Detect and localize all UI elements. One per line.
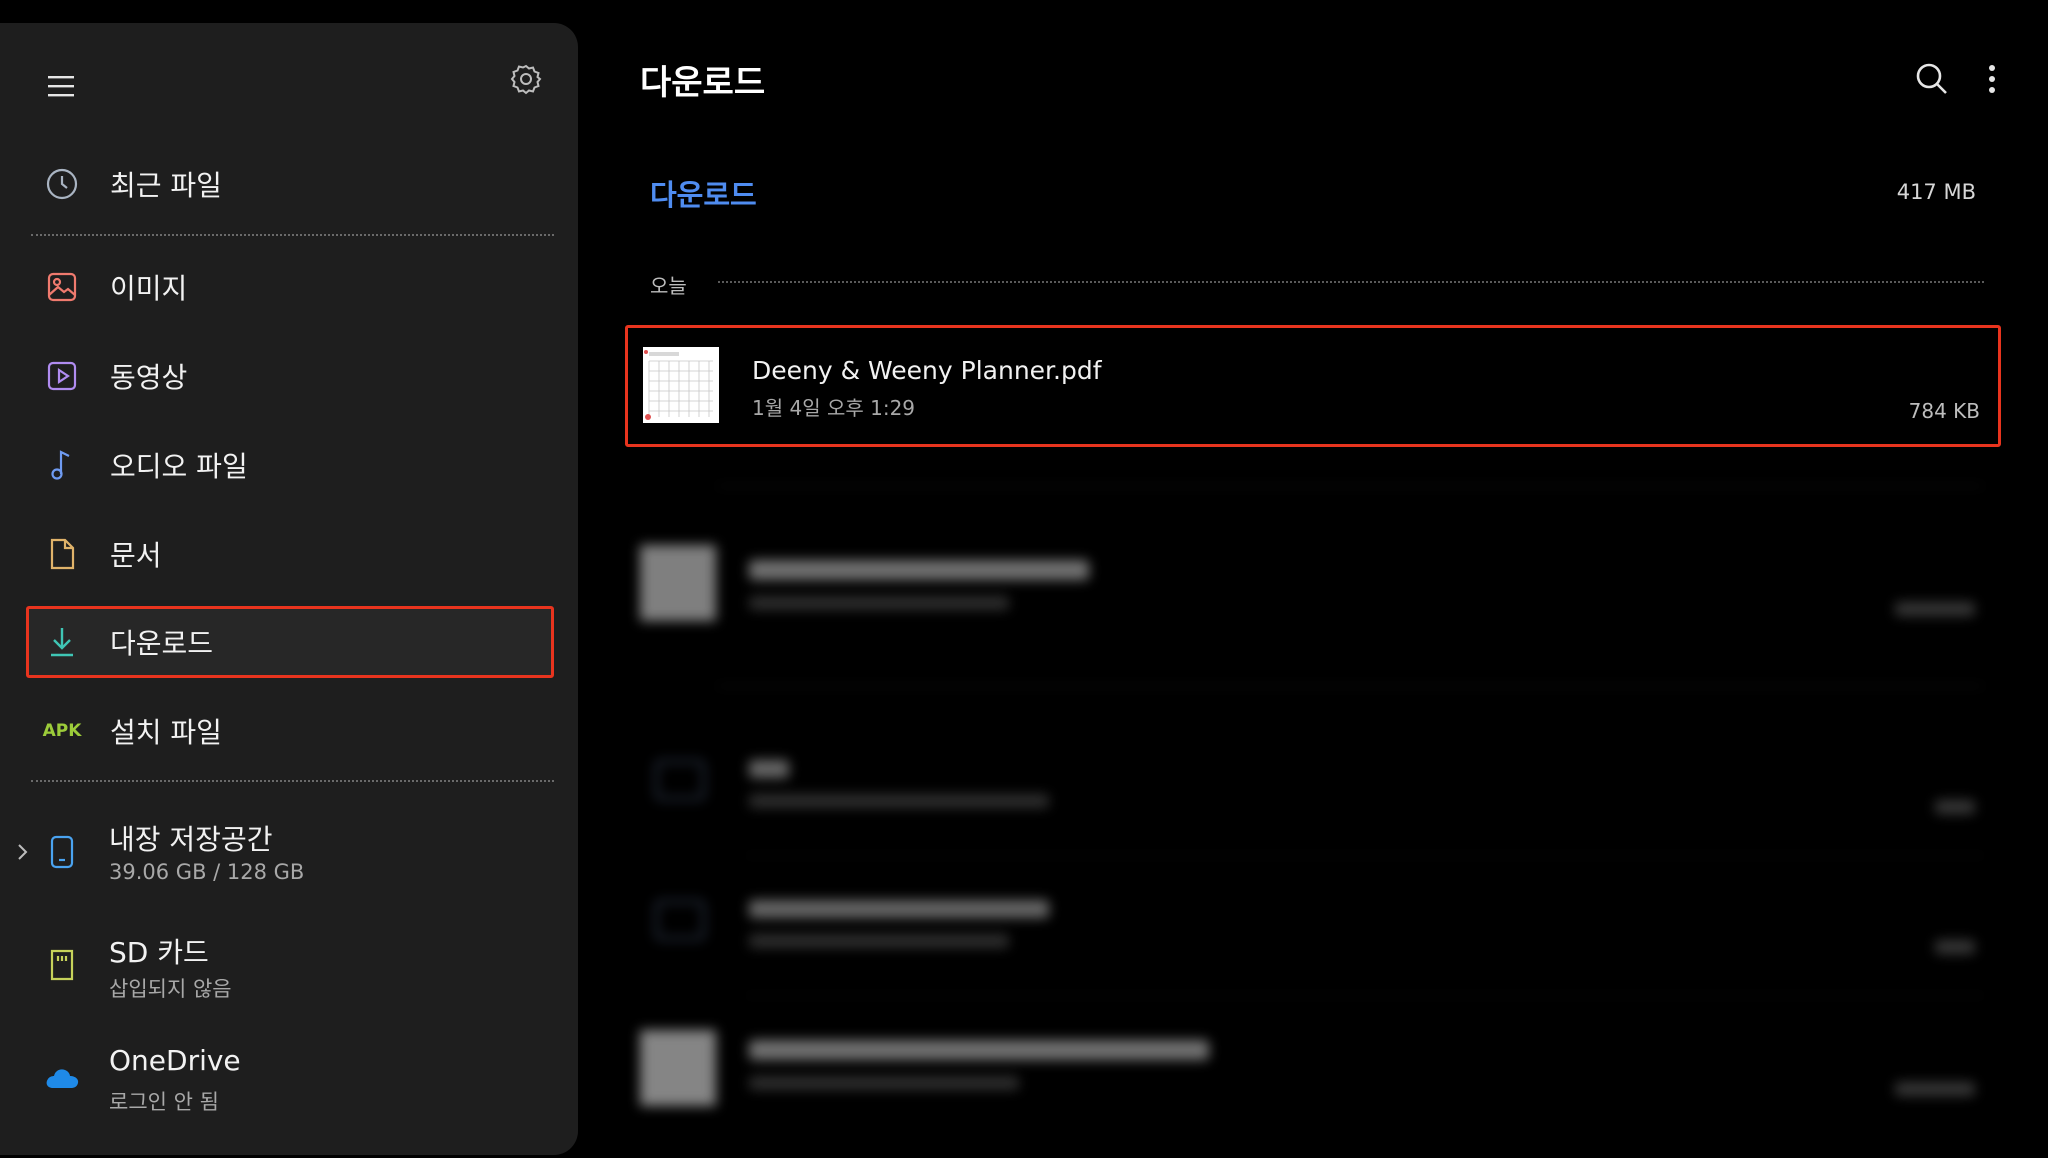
download-icon xyxy=(42,622,82,662)
document-icon xyxy=(42,534,82,574)
hamburger-icon xyxy=(48,76,74,97)
storage-title: OneDrive xyxy=(109,1044,241,1077)
file-name: Deeny & Weeny Planner.pdf xyxy=(752,356,1102,385)
music-note-icon xyxy=(42,445,82,485)
sidebar-item-label: 설치 파일 xyxy=(110,716,222,749)
sidebar-item-installation-files[interactable]: APK 설치 파일 xyxy=(26,695,554,767)
sidebar-item-label: 최근 파일 xyxy=(110,169,222,202)
sidebar-item-label: 오디오 파일 xyxy=(110,450,248,483)
sidebar-item-downloads[interactable]: 다운로드 xyxy=(26,606,554,678)
divider xyxy=(31,234,554,236)
menu-button[interactable] xyxy=(40,65,82,107)
file-size: 784 KB xyxy=(1908,399,1980,423)
chevron-right-icon[interactable] xyxy=(16,840,36,864)
video-icon xyxy=(42,356,82,396)
storage-subtitle: 삽입되지 않음 xyxy=(109,977,232,1001)
obscured-file-list xyxy=(625,460,2001,1158)
section-divider xyxy=(718,281,1984,283)
drawer-header xyxy=(0,23,578,133)
storage-title: SD 카드 xyxy=(109,936,209,969)
image-icon xyxy=(42,267,82,307)
divider xyxy=(31,780,554,782)
sd-card-icon xyxy=(42,943,82,987)
sidebar-item-label: 동영상 xyxy=(110,361,188,394)
search-button[interactable] xyxy=(1910,57,1954,101)
more-vertical-icon xyxy=(1989,65,1995,93)
sidebar-item-label: 다운로드 xyxy=(110,627,214,660)
settings-button[interactable] xyxy=(505,58,547,100)
file-row[interactable]: Deeny & Weeny Planner.pdf 1월 4일 오후 1:29 … xyxy=(625,325,2001,447)
gear-icon xyxy=(510,64,542,95)
storage-subtitle: 로그인 안 됨 xyxy=(109,1090,219,1114)
sidebar-item-internal-storage[interactable]: 내장 저장공간 39.06 GB / 128 GB xyxy=(0,808,560,898)
search-icon xyxy=(1916,63,1947,94)
more-options-button[interactable] xyxy=(1974,57,2010,101)
storage-title: 내장 저장공간 xyxy=(109,823,273,856)
sidebar-item-images[interactable]: 이미지 xyxy=(26,251,554,323)
sidebar-item-sd-card[interactable]: SD 카드 삽입되지 않음 xyxy=(0,921,560,1011)
file-thumbnail xyxy=(643,347,719,423)
sidebar-item-videos[interactable]: 동영상 xyxy=(26,340,554,412)
breadcrumb[interactable]: 다운로드 xyxy=(650,172,757,214)
sidebar-item-recent[interactable]: 최근 파일 xyxy=(26,148,554,220)
storage-subtitle: 39.06 GB / 128 GB xyxy=(109,860,305,884)
section-header: 오늘 xyxy=(650,274,687,298)
cloud-icon xyxy=(42,1056,82,1100)
clock-icon xyxy=(42,164,82,204)
apk-badge: APK xyxy=(42,721,82,741)
sidebar-item-label: 이미지 xyxy=(110,272,188,305)
apk-icon: APK xyxy=(42,711,82,751)
sidebar-item-label: 문서 xyxy=(110,539,162,572)
page-title: 다운로드 xyxy=(640,63,766,103)
sidebar-item-onedrive[interactable]: OneDrive 로그인 안 됨 xyxy=(0,1034,560,1124)
navigation-drawer: 최근 파일 이미지 동영상 오디오 파일 문서 다운로드 APK 설치 파일 내… xyxy=(0,23,578,1155)
phone-icon xyxy=(42,830,82,874)
folder-size: 417 MB xyxy=(1896,180,1976,204)
sidebar-item-documents[interactable]: 문서 xyxy=(26,518,554,590)
file-date: 1월 4일 오후 1:29 xyxy=(752,396,916,420)
sidebar-item-audio[interactable]: 오디오 파일 xyxy=(26,429,554,501)
